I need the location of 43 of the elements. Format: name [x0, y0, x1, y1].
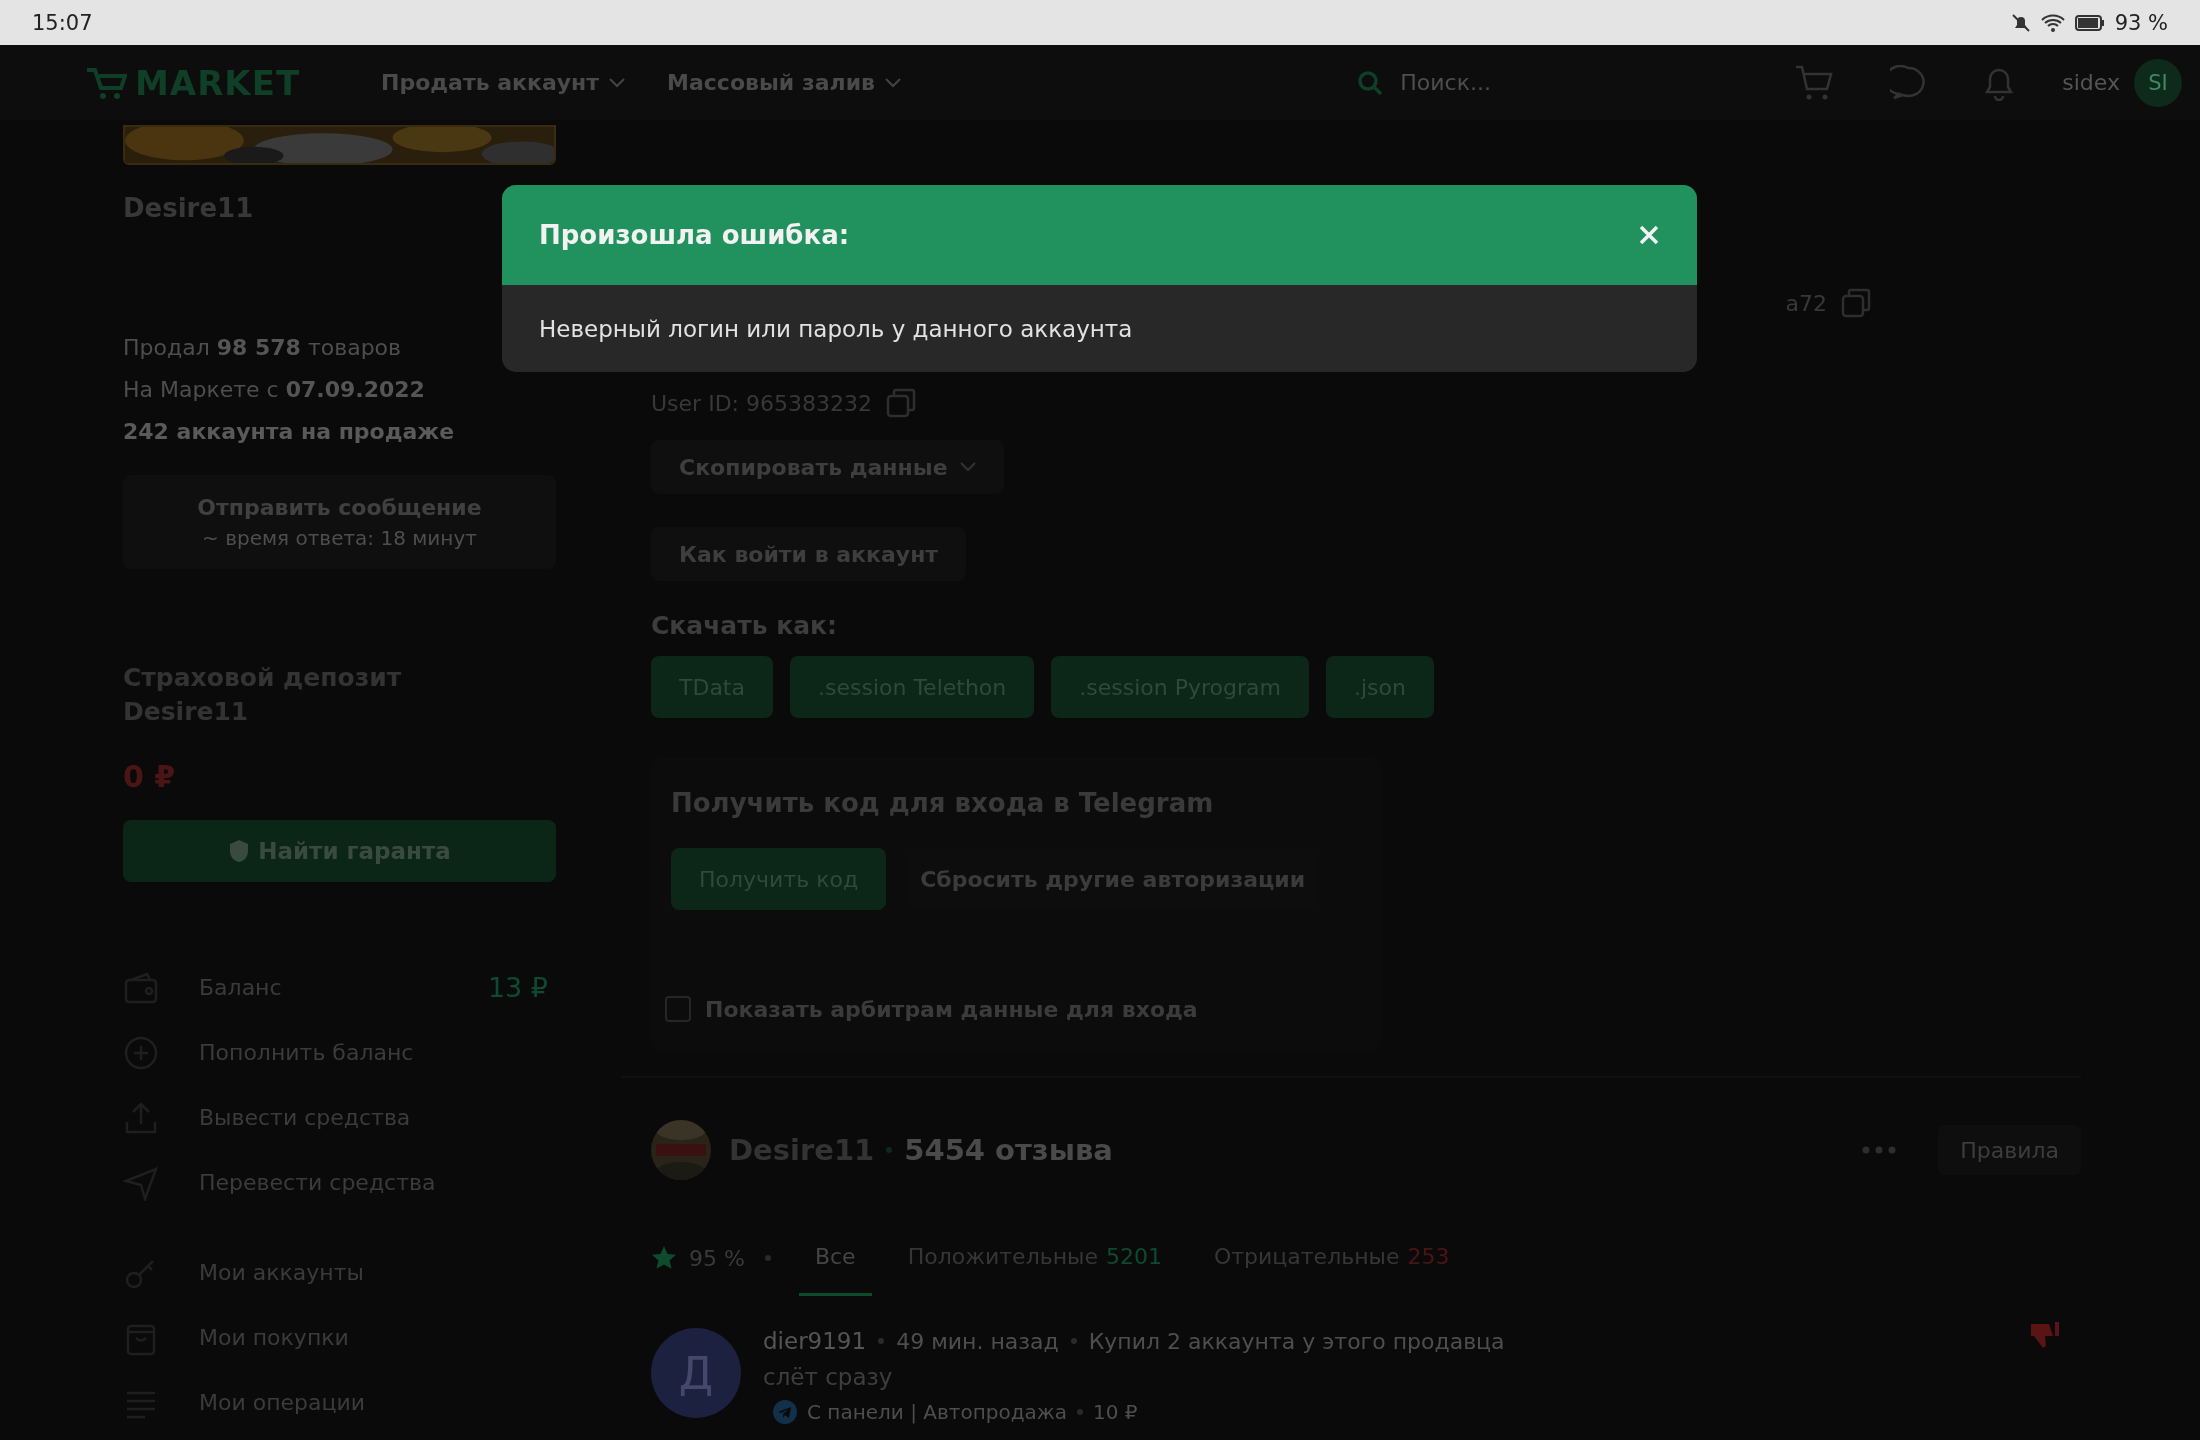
dialog-message: Неверный логин или пароль у данного аккаунта	[538, 314, 1134, 344]
muted-bell-icon	[2010, 12, 2031, 33]
copy-icon[interactable]	[885, 388, 916, 418]
review-count: 5454 отзыва	[904, 1133, 1113, 1167]
thumbs-down-icon	[2029, 1320, 2061, 1350]
search-icon	[1356, 68, 1385, 97]
dialog-title: Произошла ошибка:	[539, 220, 850, 250]
search-field[interactable]: Поиск...	[1398, 69, 1699, 96]
username[interactable]: sidex	[2062, 70, 2120, 95]
separator-dot-icon	[878, 1338, 885, 1344]
deposit-amount: 0 ₽	[123, 759, 177, 794]
review-tab[interactable]: Все	[798, 1220, 872, 1296]
copy-icon[interactable]	[1841, 288, 1871, 318]
review-price: 10 ₽	[1093, 1400, 1138, 1424]
review-time: 49 мин. назад	[896, 1328, 1059, 1354]
cart-icon[interactable]	[1794, 63, 1835, 102]
chevron-icon	[959, 462, 976, 472]
more-icon[interactable]	[1862, 1146, 1897, 1154]
checkbox[interactable]	[665, 996, 691, 1022]
separator-dot-icon	[1077, 1409, 1083, 1415]
telegram-icon	[773, 1400, 797, 1424]
review-author[interactable]: dier9191	[763, 1328, 867, 1354]
battery-level: 93 %	[2114, 10, 2168, 35]
separator-dot-icon	[886, 1147, 893, 1153]
seller-stat: 242 аккаунта на продаже	[123, 418, 456, 446]
nav-menu[interactable]: Массовый залив	[667, 70, 901, 95]
status-time: 15:07	[32, 10, 93, 35]
review-note: Купил 2 аккаунта у этого продавца	[1088, 1328, 1505, 1354]
seller-stat: На Маркете с 07.09.2022	[123, 376, 426, 404]
user-avatar[interactable]: SI	[2134, 58, 2182, 107]
wifi-icon	[2040, 12, 2065, 33]
chevron-icon	[884, 77, 901, 88]
separator-dot-icon	[764, 1255, 771, 1261]
star-icon	[651, 1245, 677, 1271]
nav-menu[interactable]: Продать аккаунт	[381, 70, 626, 95]
cart-logo-icon	[85, 65, 127, 100]
chevron-icon	[609, 77, 626, 88]
separator-dot-icon	[1070, 1338, 1077, 1344]
shield-icon	[228, 839, 251, 863]
review-source: С панели | Автопродажа	[807, 1400, 1067, 1424]
chat-icon[interactable]	[1890, 64, 1927, 101]
battery-icon	[2074, 13, 2105, 32]
close-button[interactable]	[1638, 224, 1660, 246]
